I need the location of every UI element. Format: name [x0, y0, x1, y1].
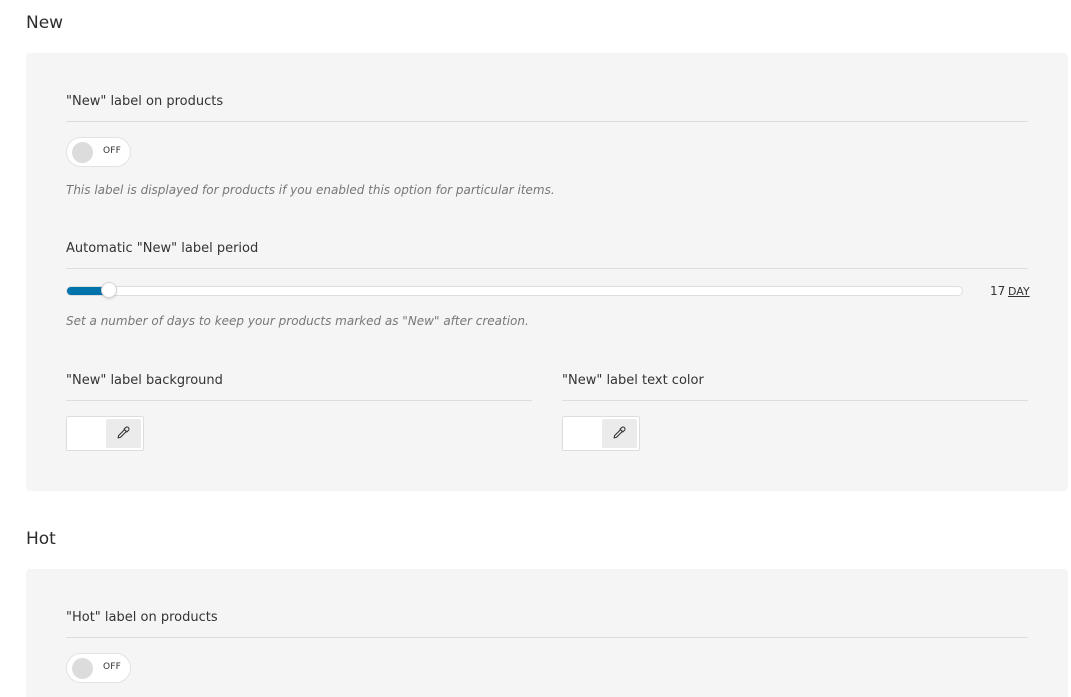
new-label-period-description: Set a number of days to keep your produc…: [66, 314, 529, 328]
new-label-text-color-picker: [562, 416, 640, 451]
hot-label-settings-panel: "Hot" label on products OFF: [26, 569, 1068, 697]
toggle-state-label: OFF: [103, 662, 122, 672]
new-label-period-title: Automatic "New" label period: [66, 241, 259, 256]
color-swatch[interactable]: [67, 417, 105, 450]
new-label-option-title: "New" label on products: [66, 94, 224, 109]
section-title-hot: Hot: [26, 529, 56, 549]
color-picker-button[interactable]: [602, 419, 637, 448]
new-label-background-title: "New" label background: [66, 373, 223, 388]
period-unit-link[interactable]: DAY: [1008, 285, 1030, 298]
new-label-background-color-picker: [66, 416, 144, 451]
divider: [562, 400, 1028, 401]
toggle-knob: [72, 658, 93, 679]
divider: [66, 121, 1028, 122]
divider: [66, 268, 1028, 269]
new-label-settings-panel: "New" label on products OFF This label i…: [26, 53, 1068, 491]
product-labels-settings-page: New "New" label on products OFF This lab…: [0, 0, 1071, 697]
divider: [66, 637, 1028, 638]
divider: [66, 400, 532, 401]
new-label-text-color-title: "New" label text color: [562, 373, 704, 388]
new-label-toggle[interactable]: OFF: [66, 137, 131, 167]
color-swatch[interactable]: [563, 417, 601, 450]
toggle-state-label: OFF: [103, 146, 122, 156]
section-title-new: New: [26, 13, 64, 33]
toggle-knob: [72, 142, 93, 163]
color-picker-button[interactable]: [106, 419, 141, 448]
eyedropper-icon: [117, 426, 130, 439]
slider-handle[interactable]: [101, 282, 117, 298]
new-label-description: This label is displayed for products if …: [66, 183, 555, 197]
hot-label-option-title: "Hot" label on products: [66, 610, 218, 625]
hot-label-toggle[interactable]: OFF: [66, 653, 131, 683]
eyedropper-icon: [613, 426, 626, 439]
new-label-period-slider[interactable]: [66, 282, 963, 298]
period-value: 17: [990, 284, 1006, 298]
